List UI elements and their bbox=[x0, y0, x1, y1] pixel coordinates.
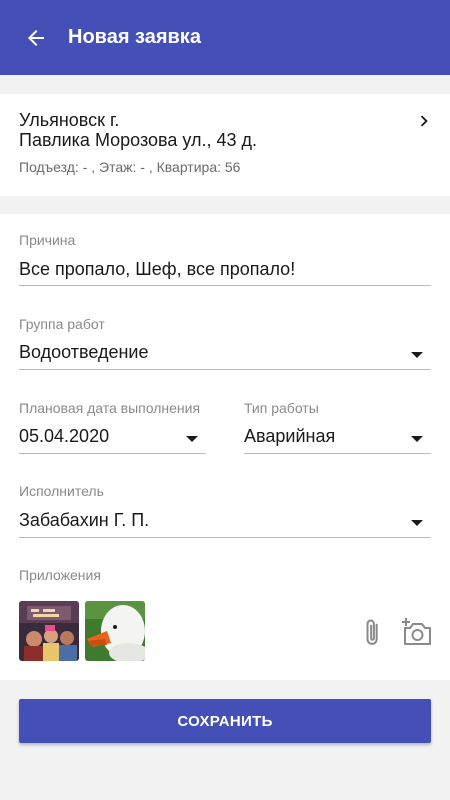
attachment-thumbnail-birthday[interactable] bbox=[19, 601, 79, 661]
planned-date-value: 05.04.2020 bbox=[19, 426, 110, 446]
caret-down-icon bbox=[411, 352, 423, 358]
reason-underline bbox=[19, 285, 431, 286]
attachment-thumbnail-goose[interactable] bbox=[85, 601, 145, 661]
work-group-value: Водоотведение bbox=[19, 342, 149, 362]
caret-down-icon bbox=[411, 520, 423, 526]
chevron-right-icon[interactable] bbox=[413, 110, 435, 132]
app-bar: Новая заявка bbox=[0, 0, 450, 75]
executor-label: Исполнитель bbox=[19, 483, 104, 499]
save-button[interactable]: СОХРАНИТЬ bbox=[19, 699, 431, 743]
planned-date-label: Плановая дата выполнения bbox=[19, 400, 201, 416]
work-type-value: Аварийная bbox=[244, 426, 336, 446]
paperclip-icon[interactable] bbox=[362, 617, 384, 647]
reason-label: Причина bbox=[19, 232, 76, 248]
add-photo-camera-icon[interactable] bbox=[400, 616, 432, 646]
executor-underline bbox=[19, 537, 431, 538]
work-type-label: Тип работы bbox=[244, 400, 319, 416]
goose-photo-thumbnail bbox=[85, 601, 145, 661]
address-street: Павлика Морозова ул., 43 д. bbox=[19, 130, 258, 150]
arrow-left-icon bbox=[28, 29, 44, 46]
birthday-photo-thumbnail bbox=[19, 601, 79, 661]
work-group-underline bbox=[19, 369, 431, 370]
work-group-label: Группа работ bbox=[19, 316, 105, 332]
executor-value: Забабахин Г. П. bbox=[19, 510, 150, 530]
work-type-underline bbox=[244, 453, 431, 454]
attachments-label: Приложения bbox=[19, 567, 101, 583]
caret-down-icon bbox=[186, 436, 198, 442]
back-button[interactable] bbox=[16, 18, 56, 58]
page-title: Новая заявка bbox=[68, 26, 201, 48]
caret-down-icon bbox=[411, 436, 423, 442]
planned-date-underline bbox=[19, 453, 206, 454]
address-details: Подъезд: - , Этаж: - , Квартира: 56 bbox=[19, 159, 241, 175]
reason-input[interactable]: Все пропало, Шеф, все пропало! bbox=[19, 259, 295, 280]
address-city: Ульяновск г. bbox=[19, 110, 120, 130]
